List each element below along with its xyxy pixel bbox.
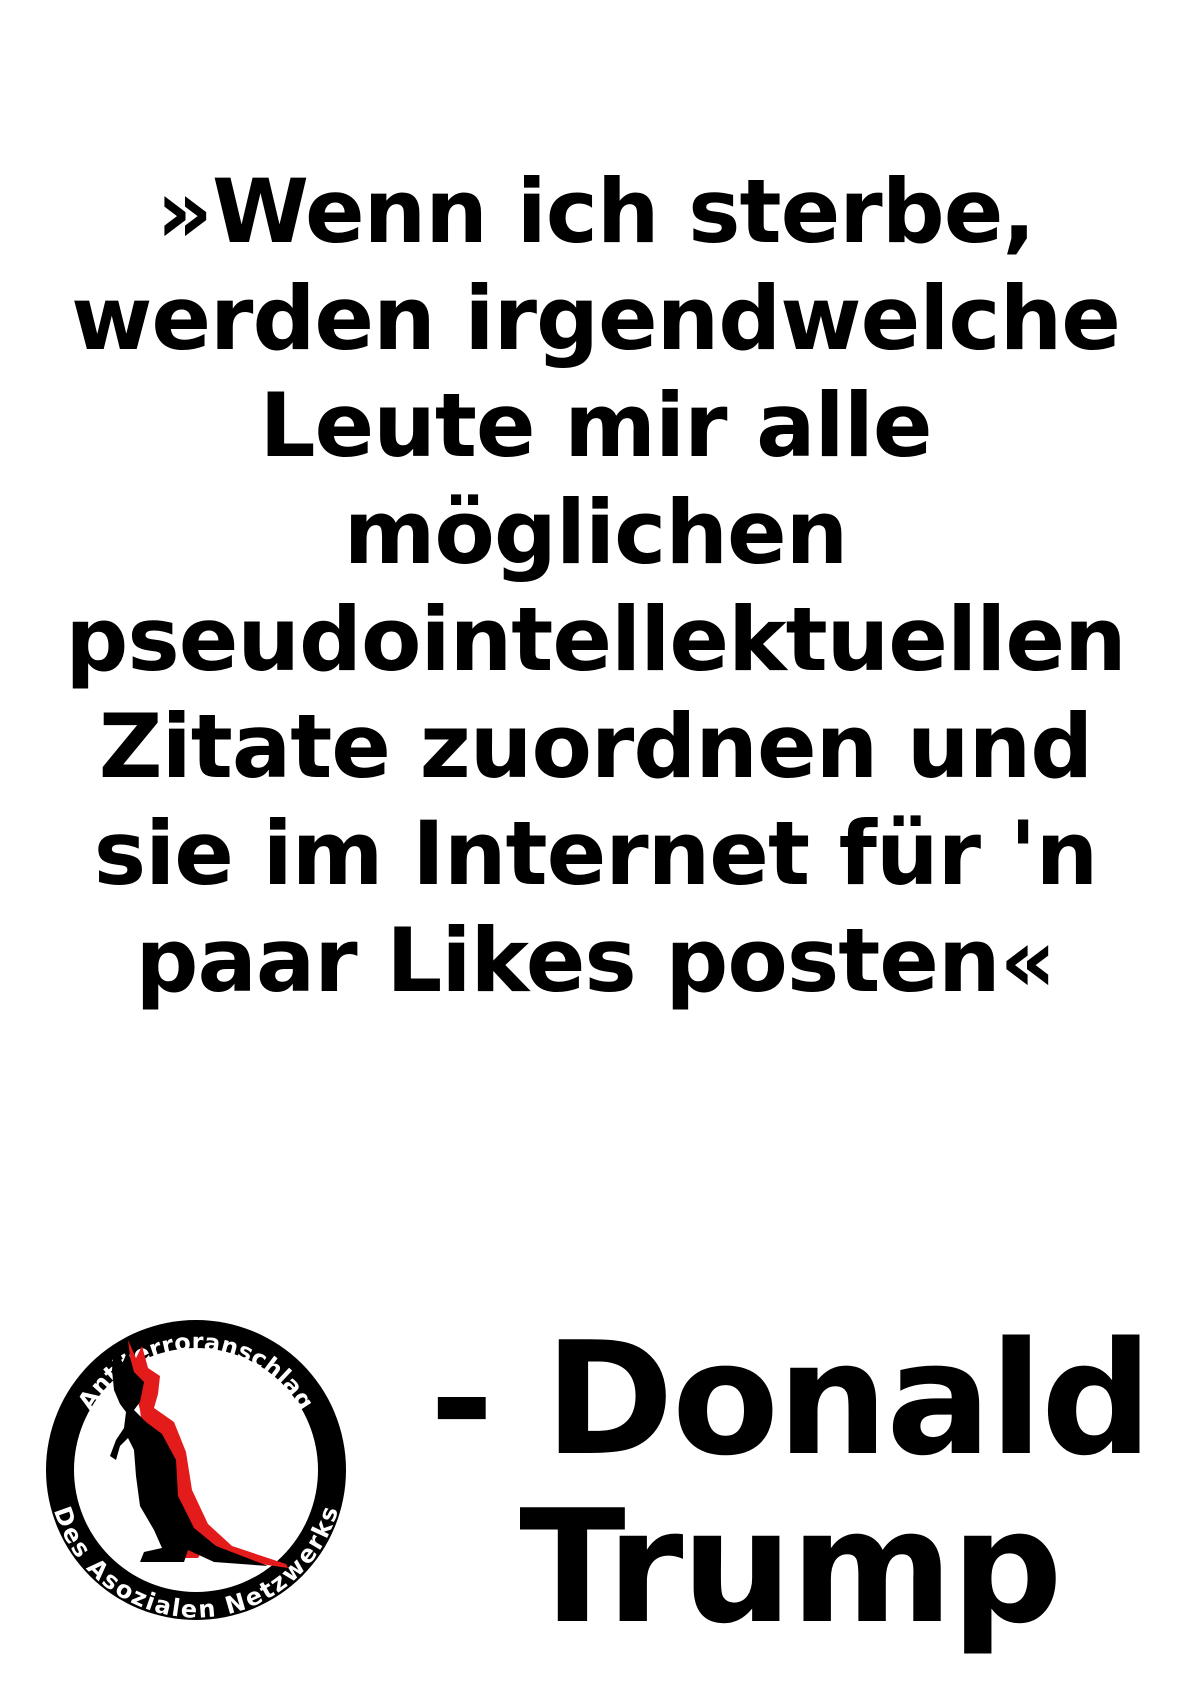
quote-line: pseudointellektuellen [65, 588, 1126, 691]
quote-line: Zitate zuordnen und [98, 695, 1093, 798]
quote-line: »Wenn ich sterbe, [156, 160, 1036, 263]
attribution-line: Trump [519, 1476, 1062, 1658]
quote-line: paar Likes posten« [135, 909, 1057, 1012]
quote-line: möglichen [343, 481, 849, 584]
quote-attribution: - Donald Trump [420, 1315, 1160, 1651]
quote-line: sie im Internet für 'n [93, 802, 1099, 905]
quote-line: Leute mir alle [259, 374, 932, 477]
quote-text: »Wenn ich sterbe, werden irgendwelche Le… [40, 158, 1151, 1014]
quote-line: werden irgendwelche [71, 267, 1121, 370]
kangaroo-logo: Antiterroranschlag Des Asozialen Netzwer… [46, 1320, 346, 1624]
attribution-line: - Donald [429, 1308, 1152, 1490]
